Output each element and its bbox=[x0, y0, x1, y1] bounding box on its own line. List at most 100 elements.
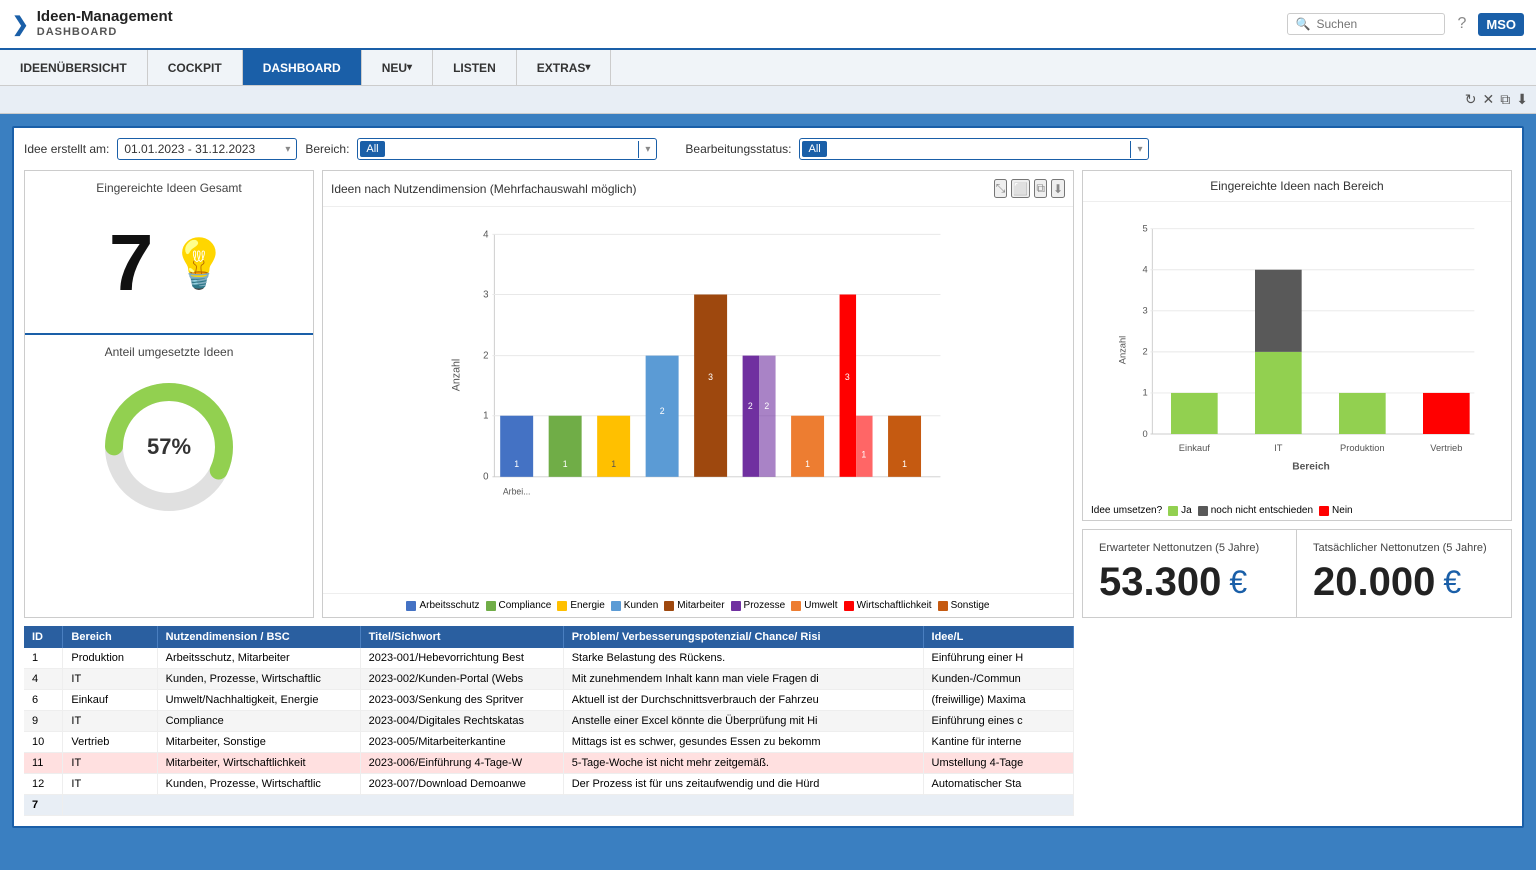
svg-text:4: 4 bbox=[1142, 265, 1147, 275]
nav-item-listen[interactable]: LISTEN bbox=[433, 50, 517, 85]
actual-label: Tatsächlicher Nettonutzen (5 Jahre) bbox=[1313, 542, 1495, 554]
chart-fullscreen-icon[interactable]: ⬜ bbox=[1011, 179, 1030, 198]
table-row: 1 Produktion Arbeitsschutz, Mitarbeiter … bbox=[24, 648, 1074, 669]
svg-text:4: 4 bbox=[483, 229, 489, 240]
legend-compliance: Compliance bbox=[486, 600, 552, 611]
cell-idee: Kantine für interne bbox=[923, 732, 1073, 753]
nav-item-extras[interactable]: EXTRAS bbox=[517, 50, 612, 85]
table-row: 9 IT Compliance 2023-004/Digitales Recht… bbox=[24, 711, 1074, 732]
idee-label: Idee erstellt am: bbox=[24, 142, 109, 156]
cell-problem: Mittags ist es schwer, gesundes Essen zu… bbox=[563, 732, 923, 753]
date-value: 01.01.2023 - 31.12.2023 bbox=[124, 142, 279, 156]
center-chart-legend: Arbeitsschutz Compliance Energie Kunden bbox=[323, 593, 1073, 617]
legend-sonstige: Sonstige bbox=[938, 600, 990, 611]
chart-expand-icon[interactable]: ⤡ bbox=[994, 179, 1008, 198]
status-filter[interactable]: All ▾ bbox=[799, 138, 1149, 160]
search-icon: 🔍 bbox=[1296, 17, 1311, 31]
right-chart-title: Eingereichte Ideen nach Bereich bbox=[1083, 171, 1511, 202]
svg-text:1: 1 bbox=[514, 459, 519, 469]
svg-text:Produktion: Produktion bbox=[1340, 443, 1385, 453]
search-input[interactable] bbox=[1316, 17, 1436, 31]
chart-download-icon[interactable]: ⬇ bbox=[1051, 179, 1065, 198]
svg-text:2: 2 bbox=[483, 351, 488, 362]
cell-idee: Einführung einer H bbox=[923, 648, 1073, 669]
donut-chart: 57% bbox=[99, 377, 239, 517]
legend-mitarbeiter: Mitarbeiter bbox=[664, 600, 724, 611]
filter-row: Idee erstellt am: 01.01.2023 - 31.12.202… bbox=[24, 138, 1512, 160]
legend-nein: Nein bbox=[1319, 505, 1353, 516]
nav-item-dashboard[interactable]: DASHBOARD bbox=[243, 50, 362, 85]
donut-container: 57% bbox=[35, 367, 303, 527]
table-row: 10 Vertrieb Mitarbeiter, Sonstige 2023-0… bbox=[24, 732, 1074, 753]
cell-nutzendim: Mitarbeiter, Sonstige bbox=[157, 732, 360, 753]
cell-titel: 2023-007/Download Demoanwe bbox=[360, 774, 563, 795]
ideas-total-content: 7 💡 bbox=[35, 203, 303, 323]
app-title: Ideen-Management DASHBOARD bbox=[37, 8, 173, 39]
legend-arbeitsschutz: Arbeitsschutz bbox=[406, 600, 479, 611]
col-nutzendim: Nutzendimension / BSC bbox=[157, 626, 360, 648]
cell-problem: Starke Belastung des Rückens. bbox=[563, 648, 923, 669]
refresh-button[interactable]: ↻ bbox=[1465, 90, 1477, 109]
col-idee: Idee/L bbox=[923, 626, 1073, 648]
cell-id: 1 bbox=[24, 648, 63, 669]
donut-label: 57% bbox=[147, 434, 191, 460]
cell-idee: Automatischer Sta bbox=[923, 774, 1073, 795]
nav-item-neu[interactable]: NEU bbox=[362, 50, 433, 85]
metrics-panel: Erwarteter Nettonutzen (5 Jahre) 53.300 … bbox=[1082, 529, 1512, 618]
cell-nutzendim: Kunden, Prozesse, Wirtschaftlic bbox=[157, 669, 360, 690]
status-badge: All bbox=[802, 141, 826, 157]
app-title-sub: DASHBOARD bbox=[37, 26, 173, 39]
download-button[interactable]: ⬇ bbox=[1516, 90, 1528, 109]
cell-titel: 2023-002/Kunden-Portal (Webs bbox=[360, 669, 563, 690]
close-button[interactable]: ✕ bbox=[1483, 90, 1495, 109]
bereich-label: Bereich: bbox=[305, 142, 349, 156]
chevron-icon: ❯ bbox=[12, 12, 29, 37]
svg-text:0: 0 bbox=[483, 472, 489, 483]
svg-text:IT: IT bbox=[1274, 443, 1283, 453]
legend-ja: Ja bbox=[1168, 505, 1192, 516]
cell-nutzendim: Compliance bbox=[157, 711, 360, 732]
cell-titel: 2023-004/Digitales Rechtskatas bbox=[360, 711, 563, 732]
cell-titel: 2023-005/Mitarbeiterkantine bbox=[360, 732, 563, 753]
search-box[interactable]: 🔍 bbox=[1287, 13, 1446, 35]
svg-text:1: 1 bbox=[563, 459, 568, 469]
actual-currency-icon: € bbox=[1443, 564, 1461, 601]
svg-text:1: 1 bbox=[483, 411, 488, 422]
cell-problem: 5-Tage-Woche ist nicht mehr zeitgemäß. bbox=[563, 753, 923, 774]
dashboard-inner: Idee erstellt am: 01.01.2023 - 31.12.202… bbox=[12, 126, 1524, 828]
cell-titel: 2023-006/Einführung 4-Tage-W bbox=[360, 753, 563, 774]
cell-bereich: IT bbox=[63, 774, 157, 795]
help-icon[interactable]: ? bbox=[1457, 15, 1466, 33]
bereich-filter[interactable]: All ▾ bbox=[357, 138, 657, 160]
cell-idee: Einführung eines c bbox=[923, 711, 1073, 732]
svg-text:Arbei...: Arbei... bbox=[503, 486, 531, 496]
cell-nutzendim: Kunden, Prozesse, Wirtschaftlic bbox=[157, 774, 360, 795]
status-select-main bbox=[829, 146, 1131, 152]
nav-item-ideenuebersicht[interactable]: IDEENÜBERSICHT bbox=[0, 50, 148, 85]
svg-text:Bereich: Bereich bbox=[1292, 461, 1330, 472]
expected-value-row: 53.300 € bbox=[1099, 560, 1280, 605]
nav-item-cockpit[interactable]: COCKPIT bbox=[148, 50, 243, 85]
bulb-icon: 💡 bbox=[169, 235, 229, 292]
svg-text:2: 2 bbox=[764, 401, 769, 411]
cell-id: 10 bbox=[24, 732, 63, 753]
date-filter[interactable]: 01.01.2023 - 31.12.2023 ▾ bbox=[117, 138, 297, 160]
bereich-dropdown-icon: ▾ bbox=[638, 141, 656, 158]
legend-prozesse: Prozesse bbox=[731, 600, 786, 611]
app-title-main: Ideen-Management bbox=[37, 8, 173, 26]
svg-text:1: 1 bbox=[902, 459, 907, 469]
svg-text:Einkauf: Einkauf bbox=[1179, 443, 1211, 453]
header-right: 🔍 ? MSO bbox=[1287, 13, 1524, 36]
actual-value-row: 20.000 € bbox=[1313, 560, 1495, 605]
cell-problem: Aktuell ist der Durchschnittsverbrauch d… bbox=[563, 690, 923, 711]
cell-bereich: IT bbox=[63, 669, 157, 690]
right-chart-area: Anzahl 0 1 2 3 4 bbox=[1083, 202, 1511, 501]
right-panel: Eingereichte Ideen nach Bereich Anzahl 0… bbox=[1082, 170, 1512, 618]
chart-copy-icon[interactable]: ⧉ bbox=[1034, 179, 1047, 198]
cell-bereich: Vertrieb bbox=[63, 732, 157, 753]
status-label: Bearbeitungsstatus: bbox=[685, 142, 791, 156]
cell-nutzendim: Umwelt/Nachhaltigkeit, Energie bbox=[157, 690, 360, 711]
right-chart-legend: Idee umsetzen? Ja noch nicht entschieden… bbox=[1083, 501, 1511, 520]
legend-noch: noch nicht entschieden bbox=[1198, 505, 1313, 516]
expand-button[interactable]: ⧉ bbox=[1500, 90, 1510, 109]
